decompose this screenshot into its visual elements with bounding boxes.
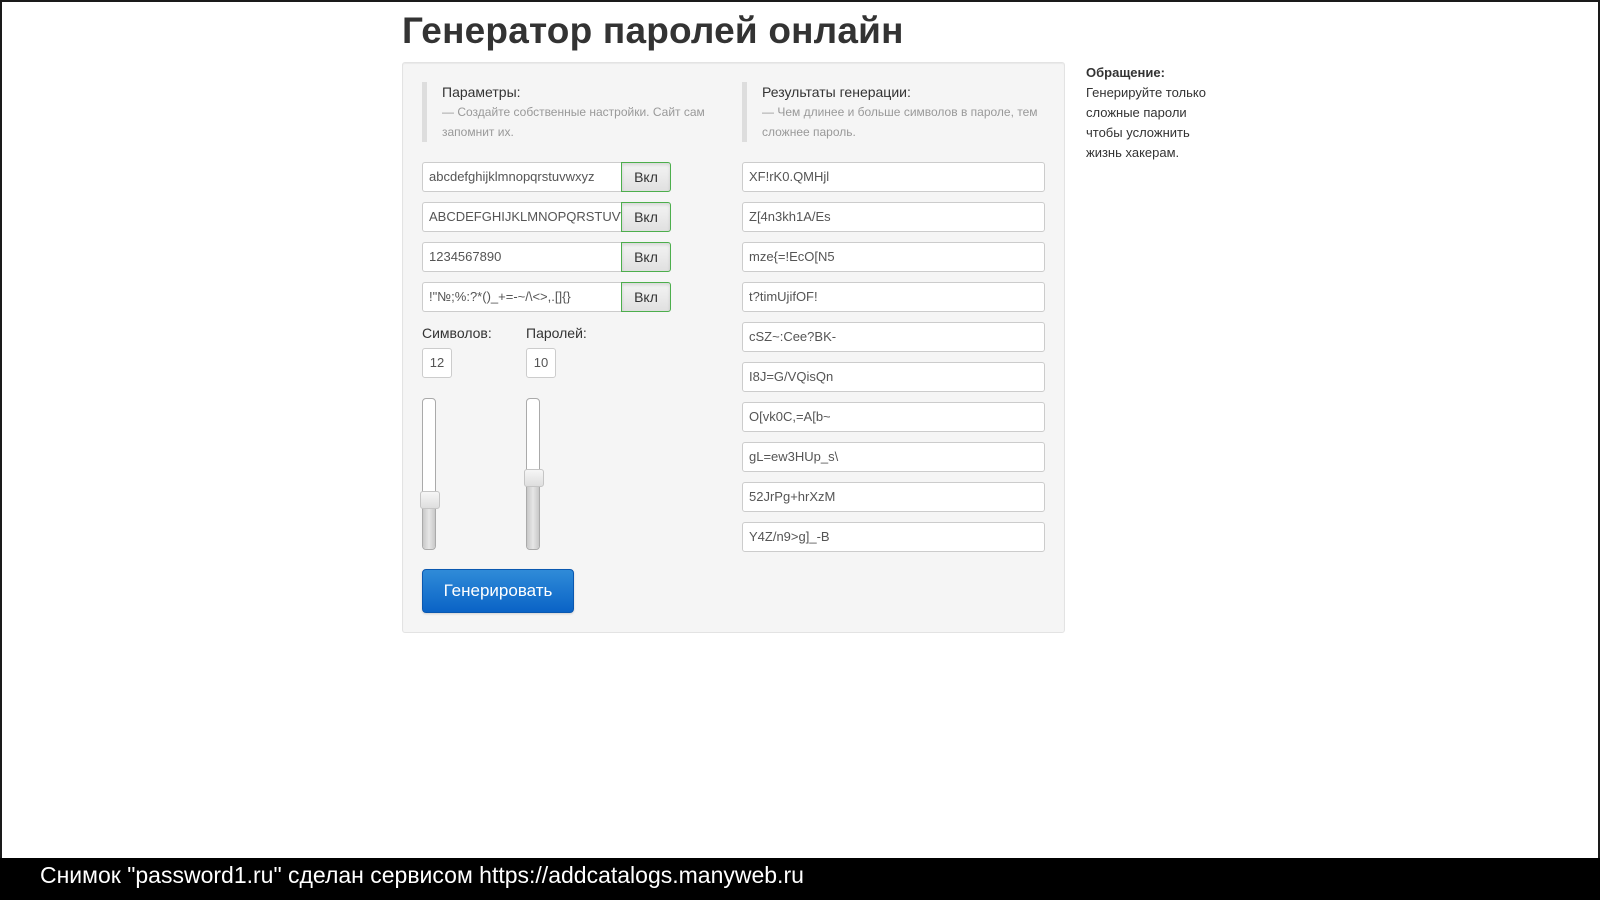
toggle-symbols-button[interactable]: Вкл xyxy=(621,282,671,312)
charset-row-symbols: !"№;%:?*()_+=-~/\<>,.[]{} Вкл xyxy=(422,282,671,312)
charset-input-symbols[interactable]: !"№;%:?*()_+=-~/\<>,.[]{} xyxy=(422,282,621,312)
password-field[interactable]: I8J=G/VQisQn xyxy=(742,362,1045,392)
charset-input-lowercase[interactable]: abcdefghijklmnopqrstuvwxyz xyxy=(422,162,621,192)
password-field[interactable]: Y4Z/n9>g]_-B xyxy=(742,522,1045,552)
results-header: Результаты генерации: — Чем длинее и бол… xyxy=(742,82,1042,142)
password-field[interactable]: O[vk0C,=A[b~ xyxy=(742,402,1045,432)
params-subtitle: — Создайте собственные настройки. Сайт с… xyxy=(442,105,705,139)
side-note-text: Генерируйте только сложные пароли чтобы … xyxy=(1086,85,1206,160)
length-slider-handle[interactable] xyxy=(420,491,440,510)
params-header: Параметры: — Создайте собственные настро… xyxy=(422,82,712,142)
screenshot-caption: Снимок "password1.ru" сделан сервисом ht… xyxy=(0,858,1600,900)
password-field[interactable]: 52JrPg+hrXzM xyxy=(742,482,1045,512)
password-field[interactable]: XF!rK0.QMHjl xyxy=(742,162,1045,192)
count-slider-handle[interactable] xyxy=(524,468,544,487)
password-field[interactable]: gL=ew3HUp_s\ xyxy=(742,442,1045,472)
generate-button[interactable]: Генерировать xyxy=(422,569,574,613)
length-label: Символов: xyxy=(422,325,492,341)
charset-row-lowercase: abcdefghijklmnopqrstuvwxyz Вкл xyxy=(422,162,671,192)
length-slider[interactable] xyxy=(420,398,440,550)
params-title: Параметры: xyxy=(442,84,521,100)
toggle-uppercase-button[interactable]: Вкл xyxy=(621,202,671,232)
charset-input-uppercase[interactable]: ABCDEFGHIJKLMNOPQRSTUVWXYZ xyxy=(422,202,621,232)
toggle-digits-button[interactable]: Вкл xyxy=(621,242,671,272)
side-note-title: Обращение: xyxy=(1086,65,1165,80)
charset-row-digits: 1234567890 Вкл xyxy=(422,242,671,272)
charset-input-digits[interactable]: 1234567890 xyxy=(422,242,621,272)
page-frame: Генератор паролей онлайн Параметры: — Со… xyxy=(0,0,1600,858)
length-value: 12 xyxy=(422,348,452,378)
page-title: Генератор паролей онлайн xyxy=(402,10,904,51)
password-field[interactable]: Z[4n3kh1A/Es xyxy=(742,202,1045,232)
toggle-lowercase-button[interactable]: Вкл xyxy=(621,162,671,192)
password-field[interactable]: t?timUjifOF! xyxy=(742,282,1045,312)
side-note: Обращение: Генерируйте только сложные па… xyxy=(1086,63,1206,163)
count-label: Паролей: xyxy=(526,325,587,341)
count-value: 10 xyxy=(526,348,556,378)
password-field[interactable]: cSZ~:Cee?BK- xyxy=(742,322,1045,352)
count-slider-fill xyxy=(527,477,539,549)
password-field[interactable]: mze{=!EcO[N5 xyxy=(742,242,1045,272)
generator-panel: Параметры: — Создайте собственные настро… xyxy=(402,62,1065,633)
results-subtitle: — Чем длинее и больше символов в пароле,… xyxy=(762,105,1038,139)
count-slider[interactable] xyxy=(524,398,544,550)
results-title: Результаты генерации: xyxy=(762,84,911,100)
charset-row-uppercase: ABCDEFGHIJKLMNOPQRSTUVWXYZ Вкл xyxy=(422,202,671,232)
